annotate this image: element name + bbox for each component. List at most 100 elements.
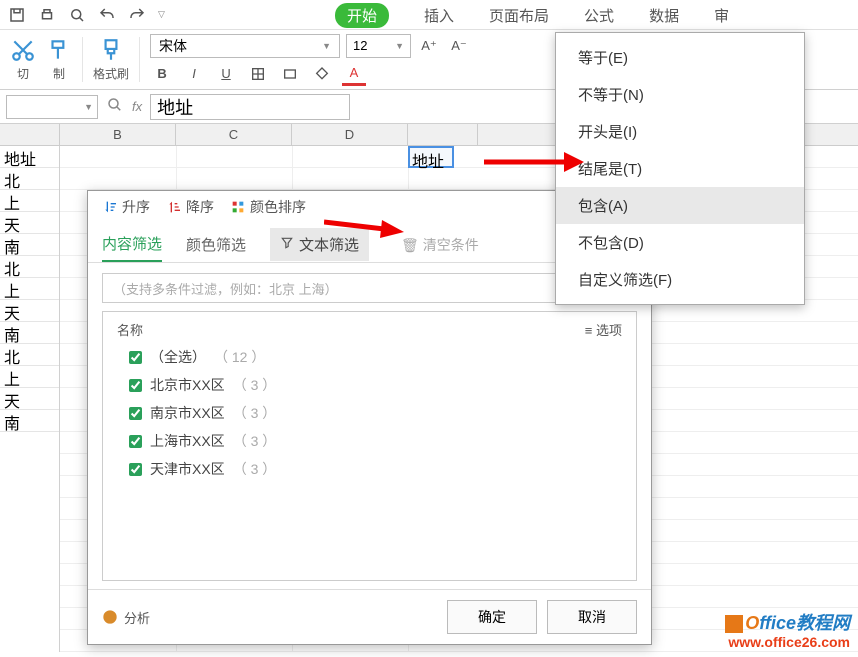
watermark-title: Office教程网 bbox=[725, 613, 850, 635]
fill-color-icon[interactable] bbox=[310, 62, 334, 86]
chevron-down-icon: ▼ bbox=[395, 41, 404, 51]
checkbox[interactable] bbox=[129, 351, 142, 364]
options-button[interactable]: ≡ 选项 bbox=[585, 320, 622, 339]
checkbox[interactable] bbox=[129, 463, 142, 476]
col-header-e[interactable] bbox=[408, 124, 478, 145]
preview-icon[interactable] bbox=[68, 6, 86, 24]
ok-button[interactable]: 确定 bbox=[447, 600, 537, 634]
cancel-button[interactable]: 取消 bbox=[547, 600, 637, 634]
tab-layout[interactable]: 页面布局 bbox=[489, 5, 549, 26]
undo-icon[interactable] bbox=[98, 6, 116, 24]
cell[interactable]: 北 bbox=[0, 344, 59, 366]
column-a-cells: 地址 北 上 天 南 北 上 天 南 北 上 天 南 bbox=[0, 146, 60, 652]
cell[interactable]: 上 bbox=[0, 278, 59, 300]
menu-ends-with[interactable]: 结尾是(T) bbox=[556, 150, 804, 187]
fx-label[interactable]: fx bbox=[132, 99, 142, 114]
save-icon[interactable] bbox=[8, 6, 26, 24]
cell[interactable]: 北 bbox=[0, 168, 59, 190]
item-label: 北京市XX区 bbox=[150, 375, 225, 395]
tab-review[interactable]: 审 bbox=[714, 5, 729, 26]
ribbon-tabs: 开始 插入 页面布局 公式 数据 审 bbox=[335, 0, 729, 30]
checkbox[interactable] bbox=[129, 407, 142, 420]
menu-contains[interactable]: 包含(A) bbox=[556, 187, 804, 224]
font-group: 宋体▼ 12▼ A⁺ A⁻ B I U A bbox=[140, 30, 481, 90]
col-header-d[interactable]: D bbox=[292, 124, 408, 145]
tab-color-filter[interactable]: 颜色筛选 bbox=[186, 228, 246, 261]
cell[interactable]: 南 bbox=[0, 322, 59, 344]
color-sort-button[interactable]: 颜色排序 bbox=[230, 197, 306, 217]
menu-begins-with[interactable]: 开头是(I) bbox=[556, 113, 804, 150]
tab-data[interactable]: 数据 bbox=[649, 5, 679, 26]
clear-filter-button[interactable]: 🗑 清空条件 bbox=[401, 235, 479, 255]
border-icon[interactable] bbox=[246, 62, 270, 86]
italic-button[interactable]: I bbox=[182, 62, 206, 86]
tab-insert[interactable]: 插入 bbox=[424, 5, 454, 26]
tab-start[interactable]: 开始 bbox=[335, 3, 389, 28]
color-sort-icon bbox=[230, 199, 246, 215]
filter-item[interactable]: 北京市XX区 （ 3 ） bbox=[111, 371, 628, 399]
logo-icon bbox=[725, 615, 743, 633]
col-header-a[interactable] bbox=[0, 124, 60, 145]
pie-icon bbox=[102, 609, 118, 625]
tab-formula[interactable]: 公式 bbox=[584, 5, 614, 26]
formula-input[interactable] bbox=[150, 94, 350, 120]
font-color-icon[interactable]: A bbox=[342, 62, 366, 86]
cell[interactable]: 南 bbox=[0, 234, 59, 256]
watermark: Office教程网 www.office26.com bbox=[725, 613, 850, 651]
sort-desc-button[interactable]: 降序 bbox=[166, 197, 214, 217]
menu-equals[interactable]: 等于(E) bbox=[556, 39, 804, 76]
cell[interactable]: 天 bbox=[0, 300, 59, 322]
sort-asc-button[interactable]: 升序 bbox=[102, 197, 150, 217]
active-cell[interactable]: 地址 bbox=[408, 146, 454, 168]
brush-icon[interactable] bbox=[98, 37, 124, 63]
cell[interactable]: 南 bbox=[0, 410, 59, 432]
font-size-select[interactable]: 12▼ bbox=[346, 34, 411, 58]
print-icon[interactable] bbox=[38, 6, 56, 24]
tab-text-filter-label: 文本筛选 bbox=[299, 234, 359, 255]
filter-list: 名称 ≡ 选项 （全选）（ 12 ） 北京市XX区（ 3 ） 南京市XX区（ 3… bbox=[102, 311, 637, 581]
filter-item[interactable]: 上海市XX区（ 3 ） bbox=[111, 427, 628, 455]
item-label: 南京市XX区 bbox=[150, 403, 225, 423]
cell[interactable]: 地址 bbox=[0, 146, 59, 168]
checkbox[interactable] bbox=[129, 435, 142, 448]
name-box[interactable]: ▼ bbox=[6, 95, 98, 119]
cell[interactable]: 北 bbox=[0, 256, 59, 278]
item-count: （ 3 ） bbox=[233, 375, 277, 395]
format-painter-icon[interactable] bbox=[46, 37, 72, 63]
menu-not-equals[interactable]: 不等于(N) bbox=[556, 76, 804, 113]
checkbox[interactable] bbox=[129, 379, 142, 392]
header-name: 名称 bbox=[117, 320, 143, 339]
sort-desc-icon bbox=[166, 199, 182, 215]
filter-item[interactable]: （全选）（ 12 ） bbox=[111, 343, 628, 371]
cut-label: 切 bbox=[17, 65, 29, 82]
cell[interactable]: 天 bbox=[0, 212, 59, 234]
col-header-c[interactable]: C bbox=[176, 124, 292, 145]
increase-font-icon[interactable]: A⁺ bbox=[417, 34, 441, 58]
clipboard-group: 切 制 bbox=[0, 37, 83, 82]
redo-icon[interactable] bbox=[128, 6, 146, 24]
decrease-font-icon[interactable]: A⁻ bbox=[447, 34, 471, 58]
copy-label: 制 bbox=[53, 65, 65, 82]
tab-content-filter[interactable]: 内容筛选 bbox=[102, 227, 162, 262]
font-name-select[interactable]: 宋体▼ bbox=[150, 34, 340, 58]
filter-item[interactable]: 天津市XX区（ 3 ） bbox=[111, 455, 628, 483]
underline-button[interactable]: U bbox=[214, 62, 238, 86]
watermark-text: ffice教程网 bbox=[759, 613, 850, 633]
dropdown-icon[interactable]: ▽ bbox=[158, 9, 165, 20]
item-count: （ 3 ） bbox=[233, 459, 277, 479]
zoom-icon[interactable] bbox=[106, 96, 124, 117]
menu-not-contains[interactable]: 不包含(D) bbox=[556, 224, 804, 261]
merge-icon[interactable] bbox=[278, 62, 302, 86]
text-filter-menu: 等于(E) 不等于(N) 开头是(I) 结尾是(T) 包含(A) 不包含(D) … bbox=[555, 32, 805, 305]
analyze-button[interactable]: 分析 bbox=[102, 608, 150, 627]
tab-text-filter[interactable]: 文本筛选 bbox=[270, 228, 369, 261]
cell[interactable]: 上 bbox=[0, 190, 59, 212]
cell[interactable]: 上 bbox=[0, 366, 59, 388]
menu-custom[interactable]: 自定义筛选(F) bbox=[556, 261, 804, 298]
filter-item[interactable]: 南京市XX区（ 3 ） bbox=[111, 399, 628, 427]
bold-button[interactable]: B bbox=[150, 62, 174, 86]
cell[interactable]: 天 bbox=[0, 388, 59, 410]
col-header-b[interactable]: B bbox=[60, 124, 176, 145]
watermark-url: www.office26.com bbox=[725, 634, 850, 651]
cut-icon[interactable] bbox=[10, 37, 36, 63]
